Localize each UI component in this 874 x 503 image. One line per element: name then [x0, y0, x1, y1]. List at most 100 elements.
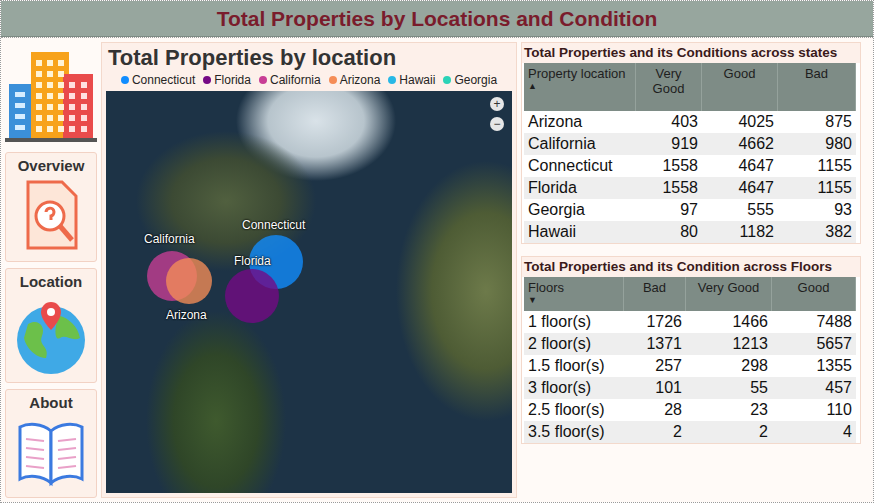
column-header[interactable]: Bad	[624, 277, 686, 311]
zoom-controls: +−	[490, 97, 504, 131]
table-cell: 875	[778, 111, 856, 133]
column-header[interactable]: Good	[772, 277, 856, 311]
table-cell: 1726	[624, 311, 686, 333]
zoom-button[interactable]: +	[490, 97, 504, 111]
bubble-label: Arizona	[166, 308, 207, 322]
table-cell: 4025	[702, 111, 778, 133]
table-cell: 1155	[778, 177, 856, 199]
sort-mark: ▼	[528, 295, 619, 305]
table-cell: 1155	[778, 155, 856, 177]
legend-dot	[203, 76, 211, 84]
table-cell: 555	[702, 199, 778, 221]
table-cell: 2	[686, 421, 772, 443]
table-cell: Connecticut	[524, 155, 636, 177]
table-cell: 1466	[686, 311, 772, 333]
buildings-logo-icon	[5, 44, 97, 144]
legend-dot	[443, 76, 451, 84]
table-cell: 4647	[702, 155, 778, 177]
legend-dot	[259, 76, 267, 84]
sidebar-item[interactable]: Location	[5, 268, 97, 383]
states-table-card: Total Properties and its Conditions acro…	[521, 42, 861, 244]
column-header[interactable]: Bad	[778, 63, 856, 111]
states-table: Property location▲Very GoodGoodBad Arizon…	[522, 63, 860, 243]
map[interactable]: CaliforniaArizonaConnecticutFlorida+−	[106, 91, 512, 493]
logo	[5, 42, 97, 146]
table-cell: 101	[624, 377, 686, 399]
column-header[interactable]: Floors▼	[524, 277, 624, 311]
table-cell: 93	[778, 199, 856, 221]
column-header[interactable]: Property location▲	[524, 63, 636, 111]
legend-dot	[329, 76, 337, 84]
legend-item[interactable]: Arizona	[329, 73, 381, 87]
legend-item[interactable]: Connecticut	[121, 73, 195, 87]
sidebar-label: About	[29, 394, 72, 411]
table-cell: 23	[686, 399, 772, 421]
table-cell: 980	[778, 133, 856, 155]
table-cell: 55	[686, 377, 772, 399]
table-cell: 110	[772, 399, 856, 421]
map-panel: Total Properties by location Connecticut F…	[101, 42, 517, 498]
bubble-label: Connecticut	[242, 218, 305, 232]
sidebar-item[interactable]: About	[5, 389, 97, 499]
map-bubble[interactable]	[166, 258, 212, 304]
globe-pin-icon	[14, 294, 88, 378]
map-legend: Connecticut Florida California Arizona Hawai…	[106, 71, 512, 91]
table-cell: 1371	[624, 333, 686, 355]
zoom-button[interactable]: −	[490, 117, 504, 131]
sidebar-item[interactable]: Overview	[5, 152, 97, 262]
sort-mark: ▲	[528, 81, 631, 91]
table-cell: 257	[624, 355, 686, 377]
legend-item[interactable]: California	[259, 73, 321, 87]
table-cell: 4662	[702, 133, 778, 155]
map-bubble[interactable]	[225, 269, 279, 323]
table-cell: 1355	[772, 355, 856, 377]
table-cell: 382	[778, 221, 856, 243]
table-cell: Georgia	[524, 199, 636, 221]
legend-item[interactable]: Hawaii	[388, 73, 435, 87]
sidebar-label: Location	[20, 273, 83, 290]
table-cell: 1.5 floor(s)	[524, 355, 624, 377]
table-cell: 4	[772, 421, 856, 443]
bubble-label: Florida	[234, 254, 271, 268]
table-cell: 97	[636, 199, 702, 221]
dashboard: Total Properties by Locations and Condit…	[0, 0, 874, 503]
legend-item[interactable]: Georgia	[443, 73, 497, 87]
bubble-label: California	[144, 232, 195, 246]
table-cell: 5657	[772, 333, 856, 355]
floors-table: Floors▼BadVery GoodGood 1 floor(s)1726146…	[522, 277, 860, 443]
table-cell: 3.5 floor(s)	[524, 421, 624, 443]
table-cell: 2.5 floor(s)	[524, 399, 624, 421]
table-cell: 80	[636, 221, 702, 243]
table-cell: 1558	[636, 155, 702, 177]
table-cell: Hawaii	[524, 221, 636, 243]
table-title: Total Properties and its Conditions acro…	[522, 43, 860, 63]
table-title: Total Properties and its Condition acros…	[522, 257, 860, 277]
sidebar: Overview Location About	[5, 42, 97, 498]
column-header[interactable]: Very Good	[636, 63, 702, 111]
table-cell: 403	[636, 111, 702, 133]
table-cell: 2 floor(s)	[524, 333, 624, 355]
map-title: Total Properties by location	[106, 45, 512, 71]
table-cell: 457	[772, 377, 856, 399]
floors-table-card: Total Properties and its Condition acros…	[521, 256, 861, 444]
table-cell: 28	[624, 399, 686, 421]
table-cell: 1558	[636, 177, 702, 199]
title-bar: Total Properties by Locations and Condit…	[1, 1, 873, 37]
table-cell: 298	[686, 355, 772, 377]
table-cell: 1213	[686, 333, 772, 355]
document-search-icon	[20, 178, 82, 252]
table-cell: Florida	[524, 177, 636, 199]
legend-item[interactable]: Florida	[203, 73, 251, 87]
column-header[interactable]: Good	[702, 63, 778, 111]
sidebar-label: Overview	[18, 157, 85, 174]
table-cell: 2	[624, 421, 686, 443]
table-cell: California	[524, 133, 636, 155]
table-cell: 7488	[772, 311, 856, 333]
dashboard-body: Overview Location About Total Properties by…	[1, 37, 873, 502]
column-header[interactable]: Very Good	[686, 277, 772, 311]
table-cell: 1 floor(s)	[524, 311, 624, 333]
legend-dot	[121, 76, 129, 84]
book-icon	[14, 415, 88, 489]
table-cell: Arizona	[524, 111, 636, 133]
legend-dot	[388, 76, 396, 84]
